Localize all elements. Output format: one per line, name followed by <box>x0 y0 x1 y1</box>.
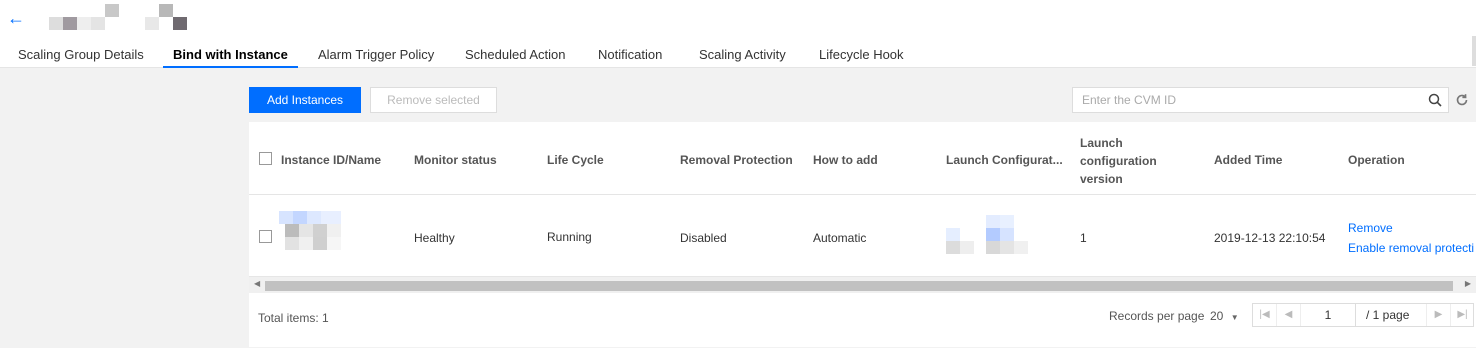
column-header: Instance ID/Name <box>281 153 382 167</box>
page-size-select[interactable]: 20 ▼ <box>1210 309 1239 323</box>
page-total: / 1 page <box>1366 308 1410 322</box>
tab-notification[interactable]: Notification <box>598 40 662 68</box>
tab-scheduled-action[interactable]: Scheduled Action <box>465 40 565 68</box>
scroll-right-icon[interactable]: ▶ <box>1465 279 1471 288</box>
current-page-input[interactable]: 1 <box>1301 308 1355 322</box>
add-instances-button[interactable]: Add Instances <box>249 87 361 113</box>
column-header: Monitor status <box>414 153 497 167</box>
launch-config-link[interactable] <box>946 215 1028 254</box>
remove-selected-button: Remove selected <box>370 87 497 113</box>
search-icon[interactable] <box>1428 93 1442 107</box>
top-bar: ← Scaling Group Details Bind with Instan… <box>0 0 1476 68</box>
tab-lifecycle-hook[interactable]: Lifecycle Hook <box>819 40 904 68</box>
launch-config-version: 1 <box>1080 231 1087 245</box>
select-all-checkbox[interactable] <box>259 152 272 165</box>
column-header: Operation <box>1348 153 1405 167</box>
instance-id-link[interactable] <box>279 211 341 250</box>
refresh-icon[interactable] <box>1455 93 1469 107</box>
first-page-icon[interactable]: |◀ <box>1253 304 1277 326</box>
search-input[interactable] <box>1073 88 1418 112</box>
page-scrollbar[interactable] <box>1472 36 1476 66</box>
tab-scaling-group-details[interactable]: Scaling Group Details <box>18 40 144 68</box>
back-arrow-icon[interactable]: ← <box>6 6 26 30</box>
pager-nav-right: / 1 page ▶ ▶| <box>1355 303 1474 327</box>
table-header: Instance ID/Name Monitor status Life Cyc… <box>249 122 1476 195</box>
scrollbar-thumb[interactable] <box>265 281 1453 291</box>
column-header: How to add <box>813 153 878 167</box>
total-items: Total items: 1 <box>258 311 329 325</box>
tab-bind-with-instance[interactable]: Bind with Instance <box>163 40 298 68</box>
how-to-add: Automatic <box>813 231 867 245</box>
pager-nav-left: |◀ ◀ 1 <box>1252 303 1356 327</box>
chevron-down-icon: ▼ <box>1230 313 1239 322</box>
next-page-icon[interactable]: ▶ <box>1426 304 1450 326</box>
page-size-value: 20 <box>1210 309 1224 323</box>
prev-page-icon[interactable]: ◀ <box>1277 304 1301 326</box>
column-header: Removal Protection <box>680 153 793 167</box>
records-per-page-label: Records per page <box>1109 309 1205 323</box>
page-title <box>49 4 187 30</box>
row-checkbox[interactable] <box>259 230 272 243</box>
search-box <box>1072 87 1449 113</box>
life-cycle: Running <box>547 230 592 244</box>
monitor-status: Healthy <box>414 231 455 245</box>
instance-table: Instance ID/Name Monitor status Life Cyc… <box>249 122 1476 347</box>
column-header: Launch Configurat... <box>946 153 1063 167</box>
column-header: Added Time <box>1214 153 1283 167</box>
remove-link[interactable]: Remove <box>1348 221 1393 235</box>
removal-protection: Disabled <box>680 231 727 245</box>
tab-alarm-trigger-policy[interactable]: Alarm Trigger Policy <box>318 40 434 68</box>
added-time: 2019-12-13 22:10:54 <box>1214 231 1326 245</box>
last-page-icon[interactable]: ▶| <box>1450 304 1474 326</box>
enable-removal-protection-link[interactable]: Enable removal protecti <box>1348 241 1474 255</box>
horizontal-scrollbar[interactable]: ◀ ▶ <box>249 276 1476 293</box>
tab-scaling-activity[interactable]: Scaling Activity <box>699 40 786 68</box>
scroll-left-icon[interactable]: ◀ <box>254 279 260 288</box>
column-header: Launch configuration version <box>1080 136 1157 186</box>
column-header: Life Cycle <box>547 153 604 167</box>
